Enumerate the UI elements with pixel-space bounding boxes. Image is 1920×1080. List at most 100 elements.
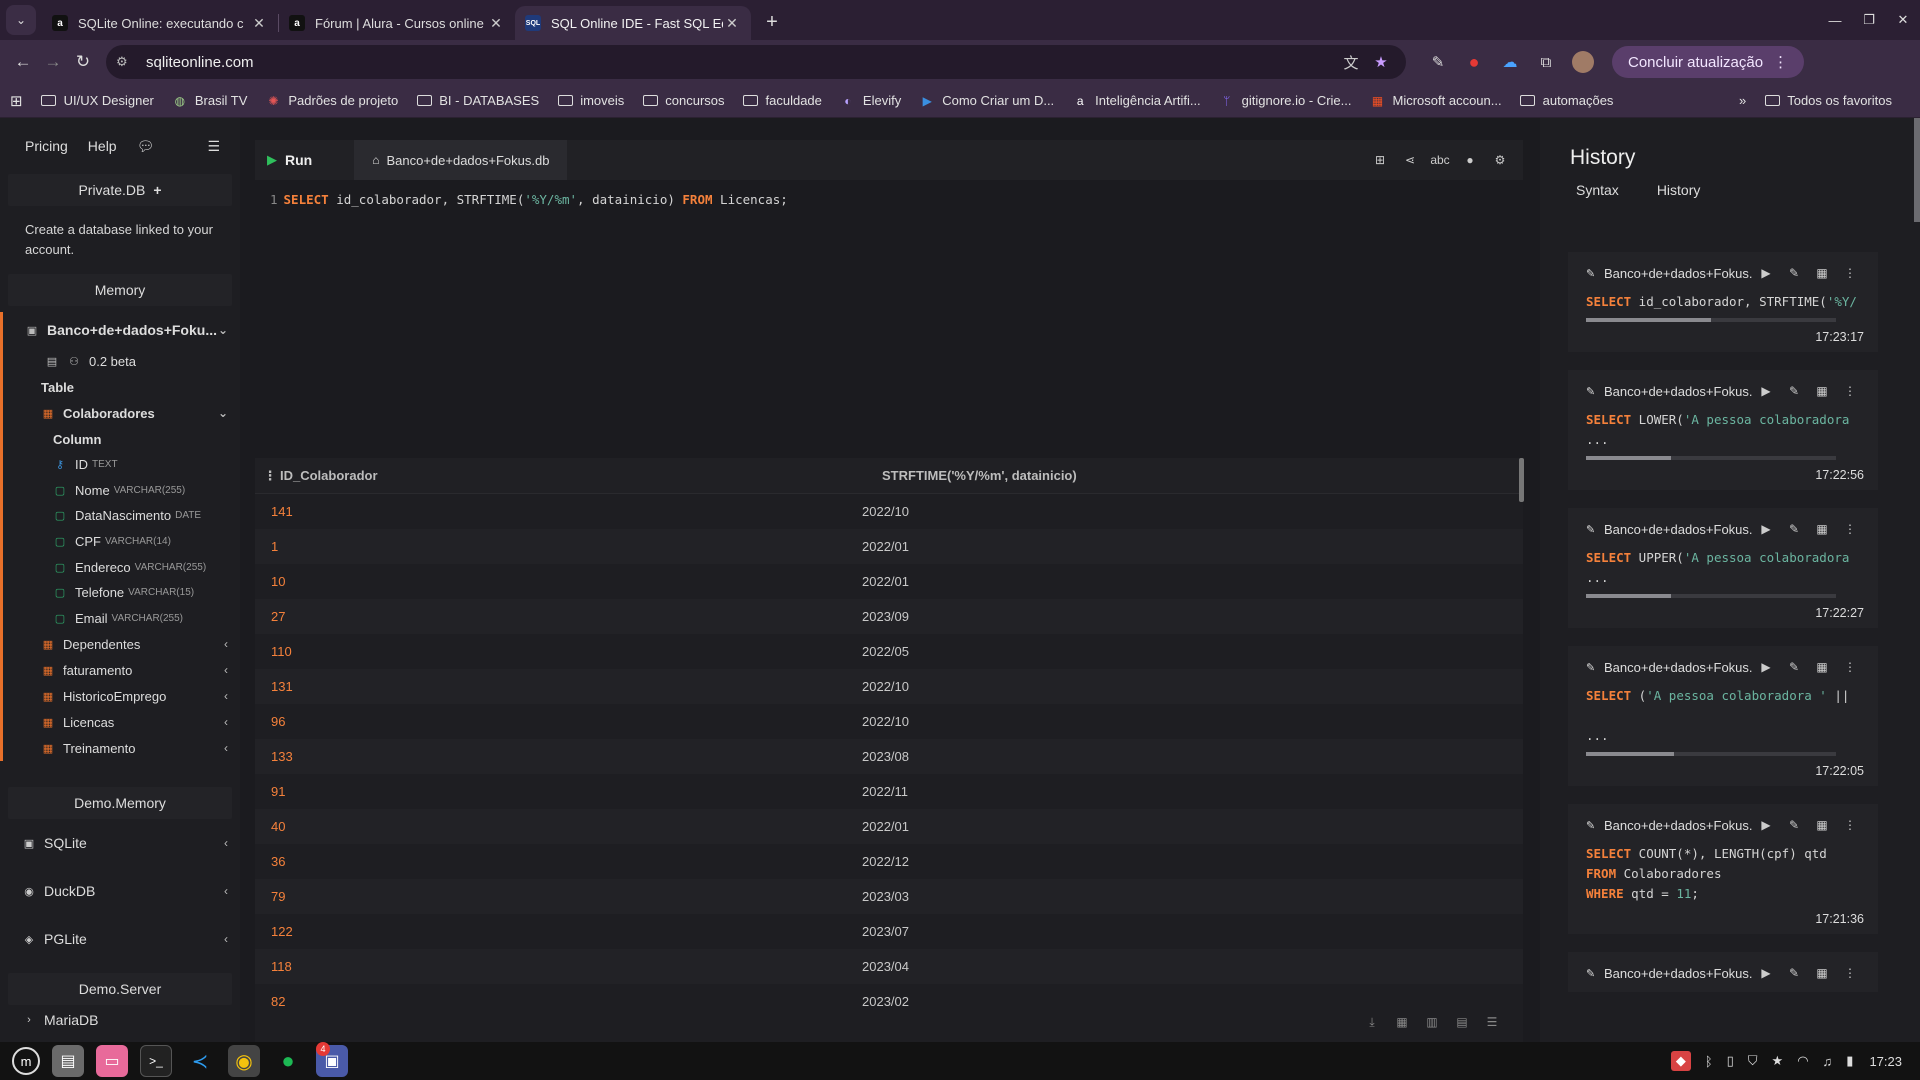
mint-menu-icon[interactable]: m: [12, 1047, 40, 1075]
cell-date[interactable]: 2023/03: [862, 889, 909, 904]
play-icon[interactable]: ▶: [1752, 522, 1780, 536]
table-item[interactable]: ▦ Licencas ‹: [3, 709, 240, 735]
edit-icon[interactable]: ✎: [1780, 818, 1808, 832]
more-bookmarks-icon[interactable]: »: [1739, 93, 1746, 108]
tab-syntax[interactable]: Syntax: [1576, 182, 1619, 206]
bookmark-item[interactable]: concursos: [642, 93, 725, 108]
close-tab-icon[interactable]: ✕: [723, 15, 741, 32]
column-item[interactable]: ▢ DataNascimento DATE: [3, 503, 240, 529]
history-card[interactable]: ✎ Banco+de+dados+Fokus... ▶ ✎ ▦ ⋮ SELECT id_co…: [1568, 252, 1878, 352]
history-scrollbar[interactable]: [1914, 118, 1920, 222]
clock[interactable]: 17:23: [1869, 1054, 1902, 1069]
demo-item[interactable]: ◈ PGLite ‹: [0, 915, 240, 963]
kebab-menu-icon[interactable]: ⋮: [1836, 266, 1864, 280]
cell-date[interactable]: 2023/02: [862, 994, 909, 1009]
cell-id[interactable]: 91: [255, 784, 862, 799]
grid-icon[interactable]: ▦: [1808, 522, 1836, 536]
cell-date[interactable]: 2022/05: [862, 644, 909, 659]
system-monitor-icon[interactable]: ▤: [52, 1045, 84, 1077]
address-bar[interactable]: ⚙ sqliteonline.com 文 ★: [106, 45, 1406, 79]
kebab-menu-icon[interactable]: ⋮: [1836, 660, 1864, 674]
edit-icon[interactable]: ✎: [1780, 966, 1808, 980]
table-view-icon[interactable]: ▦: [1387, 1015, 1417, 1030]
all-bookmarks[interactable]: Todos os favoritos: [1764, 93, 1892, 108]
play-icon[interactable]: ▶: [1752, 384, 1780, 398]
cell-id[interactable]: 10: [255, 574, 862, 589]
pencil-icon[interactable]: ✎: [1586, 523, 1600, 536]
reload-icon[interactable]: ↻: [68, 52, 98, 72]
tab-history[interactable]: History: [1657, 182, 1701, 206]
history-card[interactable]: ✎ Banco+de+dados+Fokus... ▶ ✎ ▦ ⋮ SELECT LOWER…: [1568, 370, 1878, 490]
spotify-icon[interactable]: ●: [272, 1045, 304, 1077]
table-row[interactable]: 118 2023/04: [255, 949, 1523, 984]
demo-item[interactable]: ◉ DuckDB ‹: [0, 867, 240, 915]
cell-id[interactable]: 141: [255, 504, 862, 519]
edit-icon[interactable]: ✎: [1780, 384, 1808, 398]
add-tab-icon[interactable]: ⊞: [1365, 153, 1395, 167]
new-tab-button[interactable]: +: [757, 7, 787, 37]
column-menu-icon[interactable]: ⋮: [260, 468, 280, 484]
demo-item[interactable]: ▣ SQLite ‹: [0, 819, 240, 867]
camera-app-icon[interactable]: 4 ▣: [316, 1042, 348, 1077]
table-row[interactable]: 27 2023/09: [255, 599, 1523, 634]
table-row[interactable]: 122 2023/07: [255, 914, 1523, 949]
bookmark-item[interactable]: ▶ Como Criar um D...: [919, 93, 1055, 108]
settings-gear-icon[interactable]: ⚙: [1485, 153, 1515, 167]
eyedropper-icon[interactable]: ✎: [1420, 53, 1456, 71]
cell-id[interactable]: 1: [255, 539, 862, 554]
run-button[interactable]: ▶ Run: [267, 152, 312, 168]
cell-date[interactable]: 2023/07: [862, 924, 909, 939]
extensions-icon[interactable]: ⧉: [1528, 54, 1564, 71]
column-item[interactable]: ⚷ ID TEXT: [3, 452, 240, 478]
table-row[interactable]: 36 2022/12: [255, 844, 1523, 879]
table-row[interactable]: 82 2023/02: [255, 984, 1523, 1019]
cell-date[interactable]: 2022/01: [862, 574, 909, 589]
cell-id[interactable]: 133: [255, 749, 862, 764]
column-item[interactable]: ▢ Nome VARCHAR(255): [3, 478, 240, 504]
chevron-left-icon[interactable]: ‹: [224, 836, 228, 850]
chart-view-icon[interactable]: ▥: [1417, 1015, 1447, 1030]
pencil-icon[interactable]: ✎: [1586, 385, 1600, 398]
update-button[interactable]: Concluir atualização ⋮: [1612, 46, 1805, 78]
music-icon[interactable]: ♫: [1823, 1054, 1833, 1069]
spellcheck-icon[interactable]: abc: [1425, 153, 1455, 167]
table-row[interactable]: 131 2022/10: [255, 669, 1523, 704]
back-icon[interactable]: ←: [8, 52, 38, 72]
cell-id[interactable]: 122: [255, 924, 862, 939]
cell-date[interactable]: 2022/10: [862, 714, 909, 729]
grid-icon[interactable]: ▦: [1808, 966, 1836, 980]
column-item[interactable]: ▢ Email VARCHAR(255): [3, 606, 240, 632]
browser-tab-3-active[interactable]: SQL SQL Online IDE - Fast SQL Ed ✕: [515, 6, 751, 40]
shield-icon[interactable]: ⛉: [1748, 1053, 1758, 1069]
kebab-menu-icon[interactable]: ⋮: [1836, 522, 1864, 536]
chevron-left-icon[interactable]: ‹: [224, 663, 228, 677]
table-item[interactable]: ▦ faturamento ‹: [3, 657, 240, 683]
column-item[interactable]: ▢ Endereco VARCHAR(255): [3, 554, 240, 580]
table-row[interactable]: 1 2022/01: [255, 529, 1523, 564]
bookmark-star-icon[interactable]: ★: [1366, 53, 1396, 71]
bookmark-item[interactable]: ✺ Padrões de projeto: [265, 93, 398, 108]
pricing-link[interactable]: Pricing: [25, 138, 68, 154]
star-icon[interactable]: ★: [1772, 1053, 1784, 1069]
table-row[interactable]: 96 2022/10: [255, 704, 1523, 739]
private-db-header[interactable]: Private.DB +: [8, 174, 232, 206]
stack-icon[interactable]: ▤: [1447, 1015, 1477, 1030]
bluetooth-icon[interactable]: ᛒ: [1705, 1054, 1713, 1069]
table-item-colaboradores[interactable]: ▦ Colaboradores ⌄: [3, 400, 240, 426]
grid-icon[interactable]: ▦: [1808, 384, 1836, 398]
extension-cloud-icon[interactable]: ☁: [1492, 53, 1528, 71]
chevron-down-icon[interactable]: ⌄: [218, 323, 228, 337]
table-row[interactable]: 10 2022/01: [255, 564, 1523, 599]
cell-date[interactable]: 2022/01: [862, 819, 909, 834]
edit-icon[interactable]: ✎: [1780, 522, 1808, 536]
cell-id[interactable]: 131: [255, 679, 862, 694]
bookmark-item[interactable]: a Inteligência Artifi...: [1072, 93, 1201, 108]
cell-date[interactable]: 2023/04: [862, 959, 909, 974]
history-card[interactable]: ✎ Banco+de+dados+Fokus... ▶ ✎ ▦ ⋮ SELECT COUNT…: [1568, 804, 1878, 934]
kebab-menu-icon[interactable]: ⋮: [1836, 966, 1864, 980]
cell-date[interactable]: 2023/09: [862, 609, 909, 624]
column-item[interactable]: ▢ Telefone VARCHAR(15): [3, 580, 240, 606]
chevron-left-icon[interactable]: ‹: [224, 884, 228, 898]
record-icon[interactable]: ●: [1456, 52, 1492, 73]
schema-icon[interactable]: ⚇: [67, 355, 81, 368]
